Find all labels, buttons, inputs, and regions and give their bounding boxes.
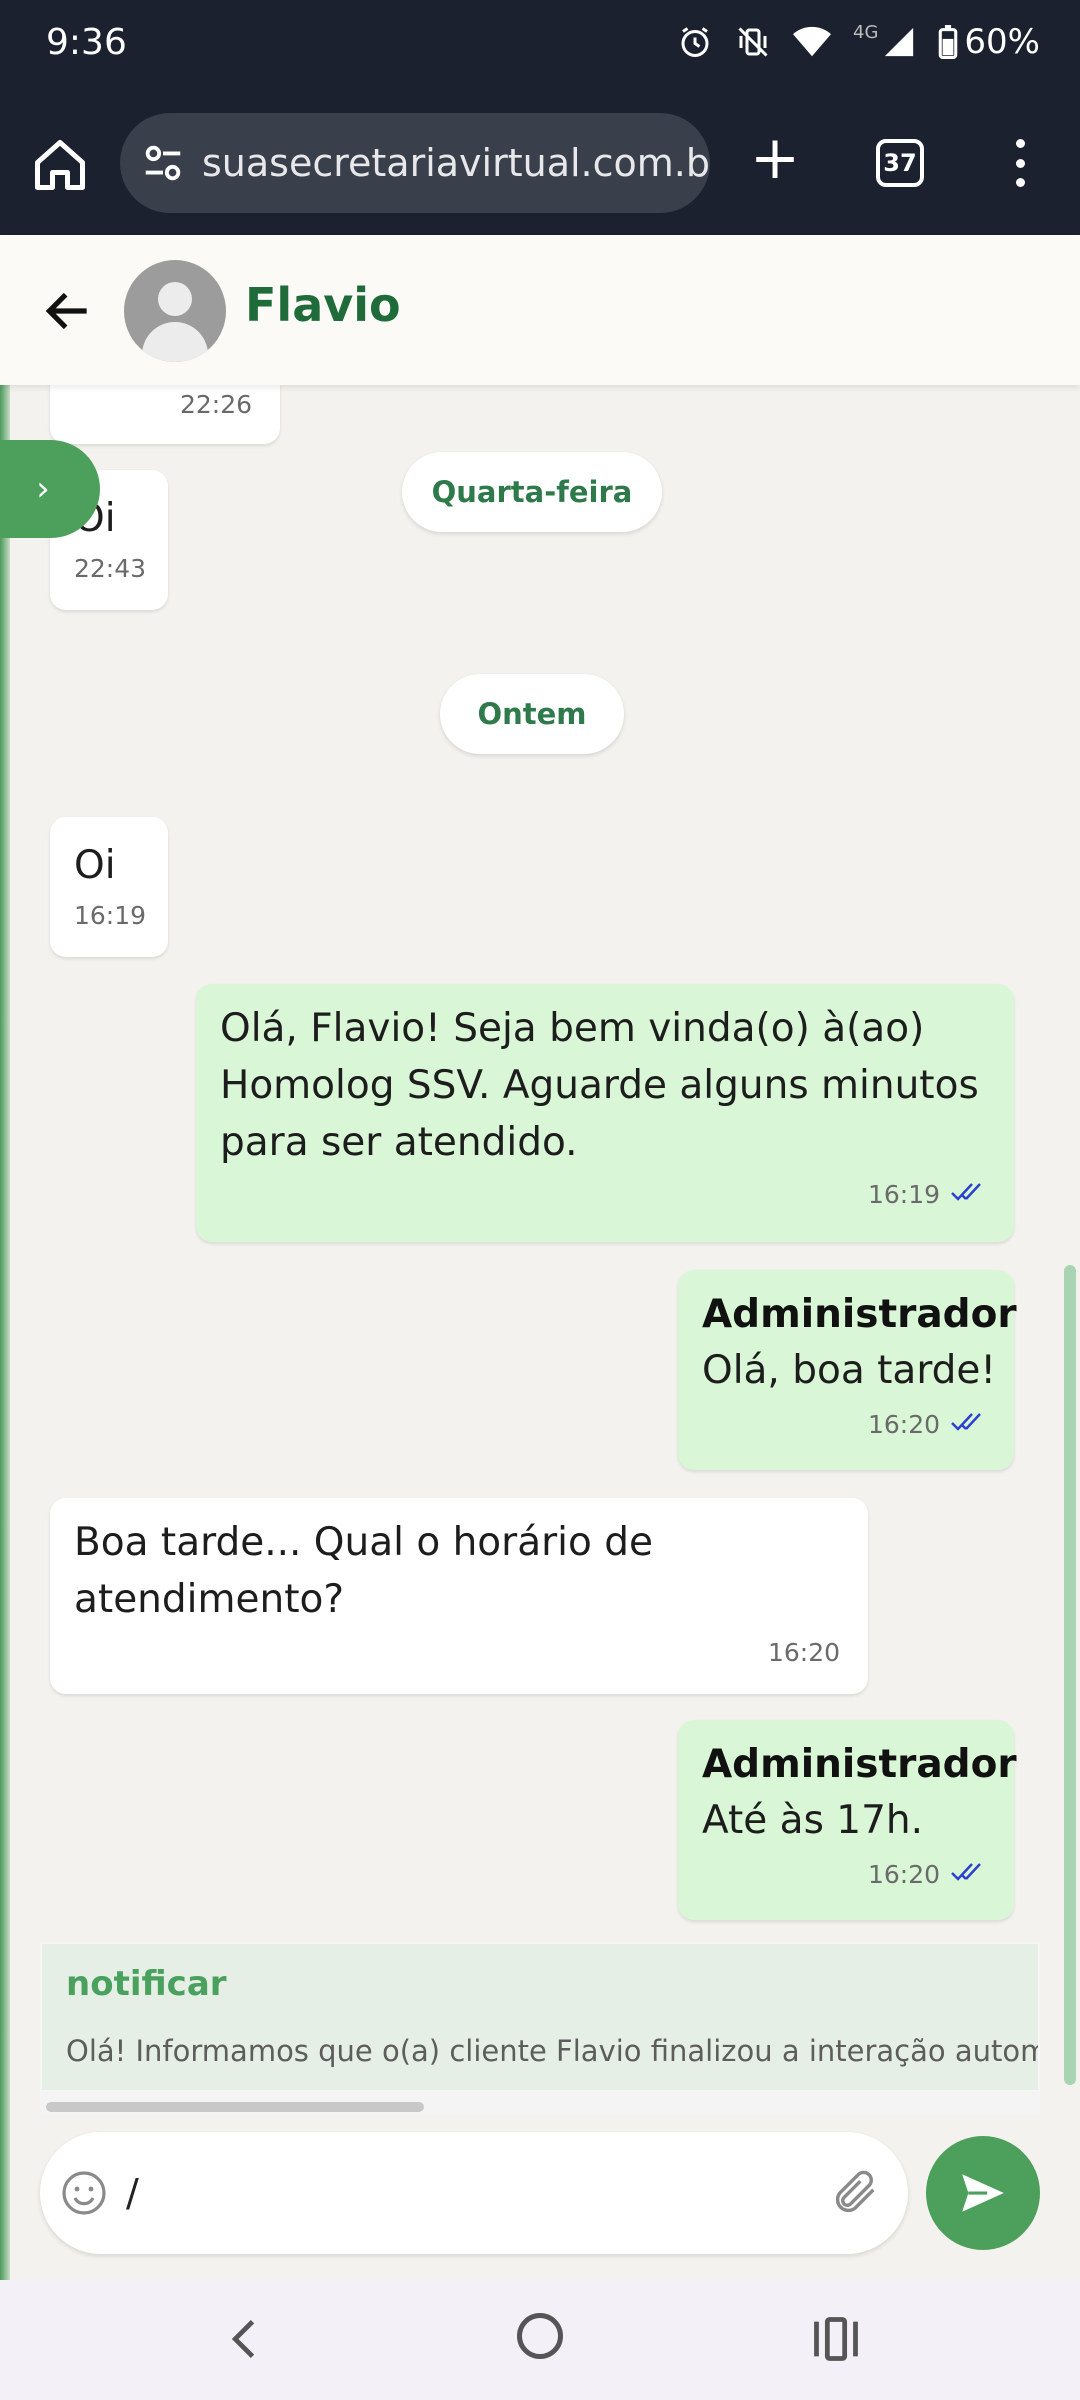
sidebar-toggle[interactable]: › (0, 440, 100, 538)
quick-reply-scrollbar[interactable] (40, 2092, 1040, 2114)
day-separator: Ontem (440, 674, 624, 754)
message-time: 22:26 (179, 390, 252, 419)
avatar[interactable] (124, 260, 226, 362)
tabs-button[interactable]: 37 (876, 139, 924, 187)
nav-back-icon[interactable] (220, 2313, 272, 2365)
nav-recents-icon[interactable] (810, 2313, 862, 2365)
message-time: 16:20 (767, 1638, 840, 1667)
message-time: 16:19 (867, 1180, 940, 1209)
contact-name[interactable]: Flavio (245, 278, 401, 332)
message-composer (40, 2132, 908, 2254)
site-settings-icon[interactable] (140, 140, 186, 186)
chat-scrollbar[interactable] (1064, 1265, 1076, 2085)
new-tab-button[interactable]: + (745, 128, 805, 190)
sender-name: Administrador (702, 1742, 1017, 1787)
read-ticks-icon (951, 1413, 981, 1431)
message-text: Boa tarde... Qual o horário de atendimen… (74, 1520, 653, 1622)
address-bar[interactable]: suasecretariavirtual.com.br (120, 113, 710, 213)
left-drawer-edge (0, 235, 10, 2280)
message-text: Olá, boa tarde! (702, 1348, 997, 1393)
status-bar: 9:36 4G 60% (0, 0, 1080, 95)
system-nav-bar (0, 2280, 1080, 2400)
message-text: Até às 17h. (702, 1798, 924, 1843)
scrollbar-thumb[interactable] (46, 2102, 424, 2112)
quick-reply-title: notificar (66, 1964, 227, 2004)
home-icon[interactable] (30, 135, 90, 195)
message-outgoing: Administrador Olá, boa tarde! 16:20 (678, 1270, 1017, 1470)
read-ticks-icon (951, 1863, 981, 1881)
battery-icon (939, 25, 958, 59)
message-incoming: Boa tarde... Qual o horário de atendimen… (50, 1498, 868, 1694)
quick-reply-item[interactable]: notificar Olá! Informamos que o(a) clien… (40, 1942, 1040, 2092)
chevron-right-icon: › (36, 469, 50, 509)
signal-icon (885, 27, 914, 57)
message-outgoing: Administrador Até às 17h. 16:20 (678, 1720, 1017, 1920)
attach-icon[interactable] (830, 2166, 882, 2218)
emoji-icon[interactable] (60, 2169, 108, 2217)
plus-icon: + (749, 123, 801, 193)
message-time: 16:19 (74, 901, 147, 930)
message-input[interactable] (126, 2158, 826, 2228)
alarm-icon (681, 27, 709, 57)
browser-toolbar: suasecretariavirtual.com.br + 37 (0, 95, 1080, 235)
message-time: 16:20 (867, 1860, 940, 1889)
message-incoming: Oi 16:19 (50, 817, 168, 957)
message-outgoing: Olá, Flavio! Seja bem vinda(o) à(ao) Hom… (196, 984, 1014, 1242)
day-separator: Quarta-feira (402, 452, 662, 532)
message-time: 22:43 (74, 554, 147, 583)
quick-reply-preview: Olá! Informamos que o(a) cliente Flavio … (66, 2034, 1040, 2068)
wifi-icon (793, 26, 832, 57)
send-button[interactable] (926, 2136, 1040, 2250)
battery-level: 60% (964, 22, 1040, 62)
message-time: 16:20 (867, 1410, 940, 1439)
chat-header: Flavio (0, 235, 1080, 385)
message-text: Oi (74, 843, 116, 888)
back-arrow-icon[interactable] (40, 283, 96, 339)
send-icon (962, 2174, 1004, 2212)
read-ticks-icon (951, 1183, 981, 1201)
nav-home-icon[interactable] (517, 2313, 563, 2359)
vibrate-off-icon (738, 27, 768, 57)
clock: 9:36 (46, 22, 127, 63)
message-text: Olá, Flavio! Seja bem vinda(o) à(ao) Hom… (220, 1006, 979, 1165)
url-text: suasecretariavirtual.com.br (202, 141, 710, 185)
sender-name: Administrador (702, 1292, 1017, 1337)
more-vert-icon[interactable] (1000, 133, 1040, 193)
tab-count: 37 (883, 149, 917, 177)
network-type: 4G (853, 21, 879, 43)
